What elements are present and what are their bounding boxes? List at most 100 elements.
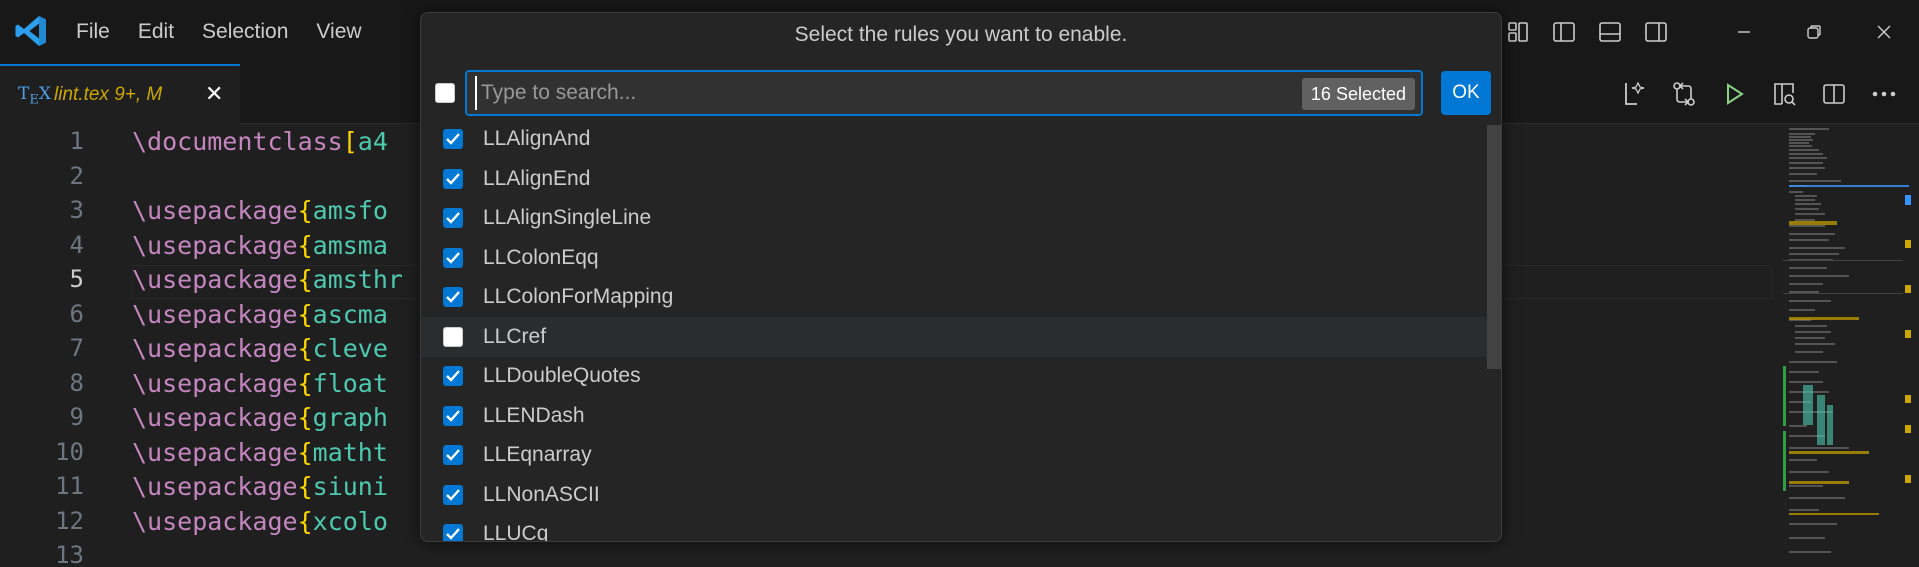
checkmark-icon [446, 528, 460, 540]
latex-preview-icon[interactable] [1609, 74, 1659, 114]
rule-item[interactable]: LLEqnarray [421, 435, 1487, 475]
checkbox-unchecked[interactable] [443, 326, 463, 347]
rule-item[interactable]: LLAlignAnd [421, 125, 1487, 159]
split-preview-icon[interactable] [1759, 74, 1809, 114]
close-icon[interactable] [1849, 0, 1919, 64]
bracket: { [297, 403, 313, 432]
menu-view[interactable]: View [302, 20, 375, 44]
toggle-secondary-sidebar-icon[interactable] [1633, 12, 1679, 52]
select-all-checkbox[interactable] [435, 83, 455, 103]
rule-item[interactable]: LLColonEqq [421, 238, 1487, 278]
latex-command: \usepackage [132, 506, 298, 536]
more-actions-icon[interactable] [1859, 74, 1909, 114]
source-control-icon[interactable] [1659, 74, 1709, 114]
code-line: \usepackage{xcolo [132, 507, 388, 536]
tab-close-icon[interactable]: ✕ [205, 82, 223, 107]
bracket: { [297, 196, 313, 225]
package-name: amsfo [312, 196, 388, 225]
checkbox-checked[interactable] [443, 405, 463, 426]
checkmark-icon [446, 409, 460, 422]
split-editor-icon[interactable] [1809, 74, 1859, 114]
vscode-logo-icon[interactable] [14, 14, 48, 48]
rule-item[interactable]: LLCref [421, 316, 1487, 357]
menu-bar: File Edit Selection View [62, 0, 376, 64]
rule-label: LLEqnarray [483, 443, 592, 466]
latex-command: \usepackage [132, 334, 298, 363]
toggle-panel-icon[interactable] [1587, 12, 1633, 52]
bracket: { [297, 299, 313, 329]
checkbox-checked[interactable] [443, 524, 463, 541]
line-number: 12 [55, 506, 84, 535]
line-number: 8 [69, 368, 84, 397]
minimize-icon[interactable] [1709, 0, 1779, 64]
rule-label: LLENDash [483, 403, 585, 427]
rule-label: LLAlignAnd [483, 127, 591, 150]
rule-item[interactable]: LLDoubleQuotes [421, 356, 1487, 396]
rule-label: LLAlignSingleLine [483, 206, 652, 229]
line-number: 4 [69, 230, 84, 259]
package-name: amsma [312, 230, 388, 260]
checkbox-checked[interactable] [443, 484, 463, 505]
checkbox-checked[interactable] [443, 287, 463, 307]
code-line: \usepackage{amsma [132, 231, 388, 260]
run-icon[interactable] [1709, 74, 1759, 114]
checkmark-icon [446, 488, 460, 501]
menu-selection[interactable]: Selection [188, 20, 302, 44]
rule-item[interactable]: LLUCq [421, 514, 1487, 541]
code-line: \usepackage{float [132, 369, 388, 398]
checkbox-checked[interactable] [443, 366, 463, 386]
checkmark-icon [446, 133, 460, 145]
latex-command: \usepackage [132, 299, 298, 329]
package-name: cleve [312, 334, 388, 363]
checkmark-icon [446, 370, 460, 382]
package-name: graph [312, 403, 388, 432]
checkbox-checked[interactable] [443, 208, 463, 228]
checkbox-checked[interactable] [443, 445, 463, 465]
tex-file-icon: TEX [18, 84, 51, 108]
rule-label: LLColonEqq [483, 245, 599, 269]
tab-lint-tex[interactable]: TEX lint.tex 9+, M ✕ [0, 64, 240, 125]
latex-command: \usepackage [132, 437, 298, 467]
bracket: [ [342, 127, 358, 156]
list-scrollbar[interactable] [1487, 125, 1501, 369]
checkmark-icon [446, 172, 460, 185]
rule-item[interactable]: LLNonASCII [421, 475, 1487, 515]
code-line: \usepackage{siuni [132, 472, 388, 501]
restore-icon[interactable] [1779, 0, 1849, 64]
checkmark-icon [446, 449, 460, 461]
minimap[interactable] [1783, 125, 1913, 567]
rule-item[interactable]: LLAlignSingleLine [421, 198, 1487, 238]
toggle-primary-sidebar-icon[interactable] [1541, 12, 1587, 52]
quick-pick-dialog: Select the rules you want to enable. 16 … [420, 12, 1502, 542]
rule-item[interactable]: LLColonForMapping [421, 277, 1487, 317]
latex-command: \documentclass [132, 127, 343, 156]
latex-command: \usepackage [132, 368, 298, 398]
rule-label: LLNonASCII [483, 482, 600, 506]
checkbox-checked[interactable] [443, 247, 463, 268]
menu-edit[interactable]: Edit [124, 20, 188, 44]
checkmark-icon [446, 291, 460, 303]
bracket: { [297, 437, 313, 467]
search-input[interactable] [475, 76, 1275, 110]
package-name: ascma [312, 299, 388, 329]
bracket: { [297, 368, 313, 398]
bracket: { [297, 265, 313, 294]
rule-item[interactable]: LLAlignEnd [421, 159, 1487, 199]
latex-command: \usepackage [132, 403, 298, 432]
package-name: siuni [312, 472, 388, 501]
rule-item[interactable]: LLENDash [421, 396, 1487, 436]
package-name: amsthr [312, 265, 403, 294]
title-bar-controls [1495, 0, 1919, 64]
checkbox-checked[interactable] [443, 168, 463, 189]
code-line: \usepackage{amsfo [132, 196, 388, 225]
package-name: xcolo [312, 506, 388, 536]
ok-button[interactable]: OK [1441, 71, 1491, 115]
checkbox-checked[interactable] [443, 129, 463, 149]
tab-filename: lint.tex 9+, M [54, 84, 163, 105]
selected-count-badge: 16 Selected [1301, 78, 1415, 110]
code-line: \usepackage{amsthr [132, 265, 403, 294]
line-number: 2 [69, 161, 84, 190]
menu-file[interactable]: File [62, 20, 124, 44]
latex-command: \usepackage [132, 196, 298, 225]
latex-command: \usepackage [132, 472, 298, 501]
